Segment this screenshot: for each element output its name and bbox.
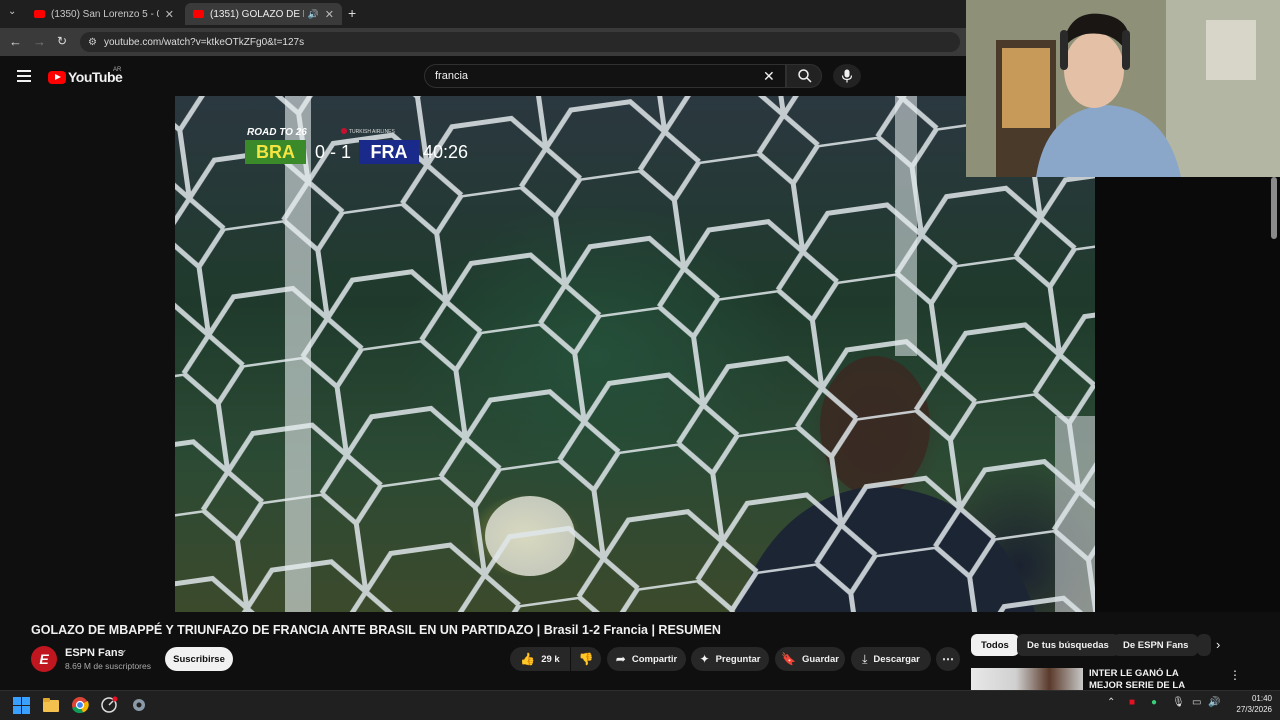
- reload-icon[interactable]: ↻: [57, 34, 67, 48]
- search-icon: [798, 69, 812, 83]
- bookmark-icon: 🔖: [781, 652, 796, 666]
- tray-microphone-icon[interactable]: 🎙: [1172, 697, 1185, 708]
- tray-app-red-icon[interactable]: ■: [1129, 697, 1135, 708]
- settings-gear-icon[interactable]: [130, 696, 148, 714]
- subscriber-count: 8.69 M de suscriptores: [65, 661, 151, 671]
- windows-taskbar: [0, 690, 1280, 720]
- ask-label: Preguntar: [715, 653, 761, 665]
- tournament-brand: ROAD TO 26: [247, 127, 307, 138]
- clock-time: 01:40: [1251, 694, 1272, 703]
- file-explorer-icon[interactable]: [42, 696, 60, 714]
- share-button[interactable]: ➦ Compartir: [607, 647, 686, 671]
- more-vertical-icon[interactable]: ⋮: [1229, 668, 1241, 682]
- recommended-title[interactable]: INTER LE GANÓ LA MEJOR SERIE DE LA HISTO…: [1089, 668, 1209, 690]
- forward-arrow-icon[interactable]: →: [33, 34, 46, 49]
- channel-avatar[interactable]: E: [31, 646, 57, 672]
- home-team: BRA: [245, 140, 306, 164]
- scorebug: ROAD TO 26 TURKISH AIRLINES BRA 0 - 1 FR…: [245, 126, 485, 168]
- like-button[interactable]: 👍 29 k: [510, 647, 570, 671]
- match-clock: 40:26: [423, 141, 469, 162]
- search-input[interactable]: francia: [424, 64, 786, 88]
- thumbs-down-icon: 👎: [578, 652, 594, 666]
- download-icon: ⤓: [862, 651, 868, 666]
- webcam-overlay: [966, 0, 1280, 177]
- country-code: AR: [113, 67, 122, 73]
- clock-date: 27/3/2026: [1236, 705, 1272, 714]
- download-label: Descargar: [873, 653, 920, 665]
- subscribe-button[interactable]: Suscribirse: [165, 647, 233, 671]
- download-button[interactable]: ⤓ Descargar: [851, 647, 931, 671]
- save-label: Guardar: [801, 653, 839, 665]
- recommended-thumbnail[interactable]: [971, 668, 1083, 690]
- dislike-button[interactable]: 👎: [571, 647, 601, 671]
- airline-logo-icon: [341, 128, 347, 134]
- new-tab-button[interactable]: +: [348, 5, 356, 21]
- verified-badge-icon: ✔: [120, 648, 127, 657]
- system-clock[interactable]: 01:40 27/3/2026: [1222, 693, 1272, 715]
- chip-partial[interactable]: [1197, 634, 1211, 656]
- site-info-icon[interactable]: ⚙: [88, 37, 97, 48]
- browser-tab-2[interactable]: (1351) GOLAZO DE MBAPPÉ 🔊 ✕: [185, 3, 342, 25]
- away-team: FRA: [359, 140, 419, 164]
- chip-de-tus-busquedas[interactable]: De tus búsquedas: [1017, 634, 1119, 656]
- tab-title: (1350) San Lorenzo 5 - 0 Depor: [51, 8, 159, 20]
- channel-name[interactable]: ESPN Fans: [65, 647, 124, 659]
- tray-volume-icon[interactable]: 🔊: [1208, 697, 1220, 708]
- url-field[interactable]: youtube.com/watch?v=ktkeOTkZFg0&t=127s: [80, 32, 960, 52]
- video-player[interactable]: ROAD TO 26 TURKISH AIRLINES BRA 0 - 1 FR…: [175, 96, 1095, 612]
- save-button[interactable]: 🔖 Guardar: [775, 647, 845, 671]
- chrome-icon[interactable]: [71, 696, 89, 714]
- search-button[interactable]: [786, 64, 822, 88]
- tab-title: (1351) GOLAZO DE MBAPPÉ: [210, 8, 304, 20]
- chip-de-espn-fans[interactable]: De ESPN Fans: [1113, 634, 1199, 656]
- more-horizontal-icon: ⋯: [942, 652, 954, 666]
- youtube-logo[interactable]: YouTube: [48, 69, 123, 85]
- close-tab-icon[interactable]: ✕: [165, 8, 174, 21]
- youtube-favicon-icon: [34, 10, 45, 18]
- speaker-icon[interactable]: 🔊: [308, 9, 319, 20]
- streamer-webcam-image: [966, 0, 1280, 177]
- clear-search-icon[interactable]: ✕: [763, 68, 775, 85]
- voice-search-button[interactable]: [833, 64, 861, 88]
- performance-overlay-icon[interactable]: [100, 696, 118, 714]
- share-label: Compartir: [631, 653, 678, 665]
- hamburger-menu-icon[interactable]: [17, 70, 31, 82]
- tray-display-icon[interactable]: ▭: [1192, 697, 1201, 708]
- tab-list-chevron-icon[interactable]: ⌄: [8, 6, 16, 17]
- video-title: GOLAZO DE MBAPPÉ Y TRIUNFAZO DE FRANCIA …: [31, 623, 721, 637]
- more-actions-button[interactable]: ⋯: [936, 647, 960, 671]
- scrollbar-thumb[interactable]: [1271, 177, 1277, 239]
- close-tab-icon[interactable]: ✕: [325, 8, 334, 21]
- browser-tab-1[interactable]: (1350) San Lorenzo 5 - 0 Depor ✕: [26, 3, 182, 25]
- sparkle-icon: ✦: [699, 652, 710, 666]
- ask-button[interactable]: ✦ Preguntar: [691, 647, 769, 671]
- share-icon: ➦: [615, 652, 626, 666]
- windows-start-icon[interactable]: [13, 697, 31, 715]
- thumbs-up-icon: 👍: [520, 652, 536, 666]
- youtube-play-icon: [48, 70, 66, 84]
- back-arrow-icon[interactable]: ←: [9, 34, 22, 49]
- youtube-favicon-icon: [193, 10, 204, 18]
- microphone-icon: [841, 69, 853, 83]
- chip-todos[interactable]: Todos: [971, 634, 1019, 656]
- secondary-column: [1095, 177, 1280, 612]
- like-count: 29 k: [541, 653, 560, 665]
- goal-net-graphic: [175, 96, 1095, 612]
- match-score: 0 - 1: [314, 141, 352, 162]
- chevron-right-icon[interactable]: ›: [1216, 637, 1220, 652]
- sponsor-name: TURKISH AIRLINES: [349, 129, 395, 135]
- tray-overflow-chevron-icon[interactable]: ⌃: [1107, 697, 1115, 708]
- tray-shield-icon[interactable]: ●: [1151, 697, 1157, 708]
